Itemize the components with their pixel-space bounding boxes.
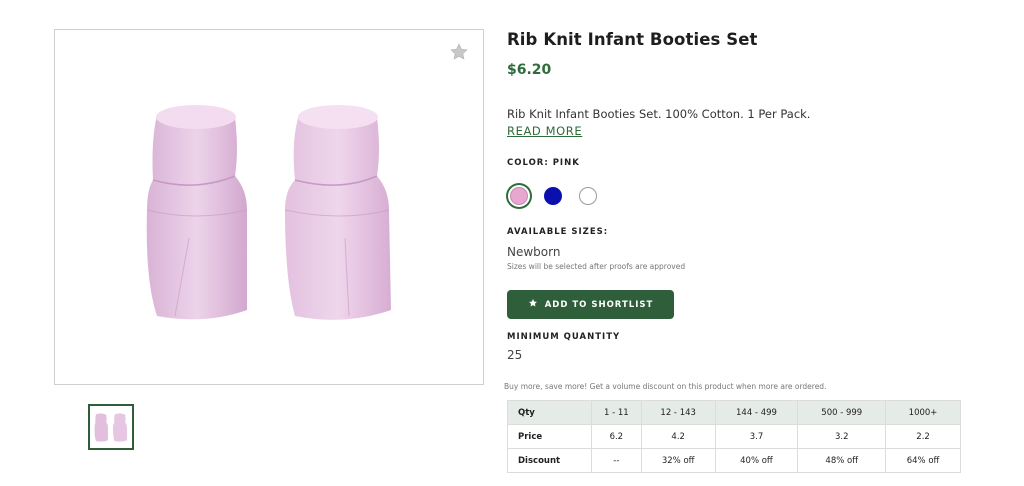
table-cell: 6.2 bbox=[590, 424, 642, 449]
minimum-quantity-label: MINIMUM QUANTITY bbox=[507, 332, 621, 342]
table-cell: 2.2 bbox=[885, 424, 961, 449]
available-sizes-label: AVAILABLE SIZES: bbox=[507, 227, 609, 237]
swatch-white[interactable] bbox=[579, 187, 597, 205]
volume-pricing-table: Qty 1 - 11 12 - 143 144 - 499 500 - 999 … bbox=[507, 400, 961, 473]
table-cell: 4.2 bbox=[640, 424, 716, 449]
table-header-cell: 1 - 11 bbox=[590, 400, 642, 425]
size-note: Sizes will be selected after proofs are … bbox=[507, 262, 686, 271]
volume-discount-note: Buy more, save more! Get a volume discou… bbox=[504, 382, 827, 391]
table-row: Discount -- 32% off 40% off 48% off 64% … bbox=[507, 448, 961, 473]
swatch-royal-blue[interactable] bbox=[544, 187, 562, 205]
table-cell: 40% off bbox=[714, 448, 799, 473]
table-cell: 64% off bbox=[885, 448, 961, 473]
size-value: Newborn bbox=[507, 245, 561, 259]
table-cell: Price bbox=[507, 424, 592, 449]
table-cell: 48% off bbox=[797, 448, 887, 473]
table-cell: Discount bbox=[507, 448, 592, 473]
table-header-cell: 12 - 143 bbox=[640, 400, 716, 425]
booties-illustration bbox=[146, 105, 391, 320]
favorite-star-icon[interactable] bbox=[449, 42, 469, 62]
table-header-cell: Qty bbox=[507, 400, 592, 425]
table-header-row: Qty 1 - 11 12 - 143 144 - 499 500 - 999 … bbox=[507, 400, 961, 425]
product-title: Rib Knit Infant Booties Set bbox=[507, 30, 758, 49]
table-cell: 32% off bbox=[640, 448, 716, 473]
thumbnail-booties-image bbox=[94, 413, 128, 442]
table-header-cell: 500 - 999 bbox=[797, 400, 887, 425]
read-more-link[interactable]: READ MORE bbox=[507, 124, 582, 138]
product-description: Rib Knit Infant Booties Set. 100% Cotton… bbox=[507, 107, 811, 121]
thumbnail-1[interactable] bbox=[88, 404, 134, 450]
product-price: $6.20 bbox=[507, 62, 552, 78]
product-main-image bbox=[54, 29, 484, 385]
table-cell: 3.7 bbox=[714, 424, 799, 449]
shortlist-label: ADD TO SHORTLIST bbox=[544, 299, 654, 310]
star-icon bbox=[528, 298, 538, 311]
table-cell: -- bbox=[590, 448, 642, 473]
table-cell: 3.2 bbox=[797, 424, 887, 449]
swatch-pink[interactable] bbox=[510, 187, 528, 205]
table-header-cell: 144 - 499 bbox=[714, 400, 799, 425]
color-label: COLOR: PINK bbox=[507, 158, 580, 168]
table-header-cell: 1000+ bbox=[885, 400, 961, 425]
table-row: Price 6.2 4.2 3.7 3.2 2.2 bbox=[507, 424, 961, 449]
minimum-quantity-value: 25 bbox=[507, 348, 523, 362]
add-to-shortlist-button[interactable]: ADD TO SHORTLIST bbox=[507, 290, 674, 319]
